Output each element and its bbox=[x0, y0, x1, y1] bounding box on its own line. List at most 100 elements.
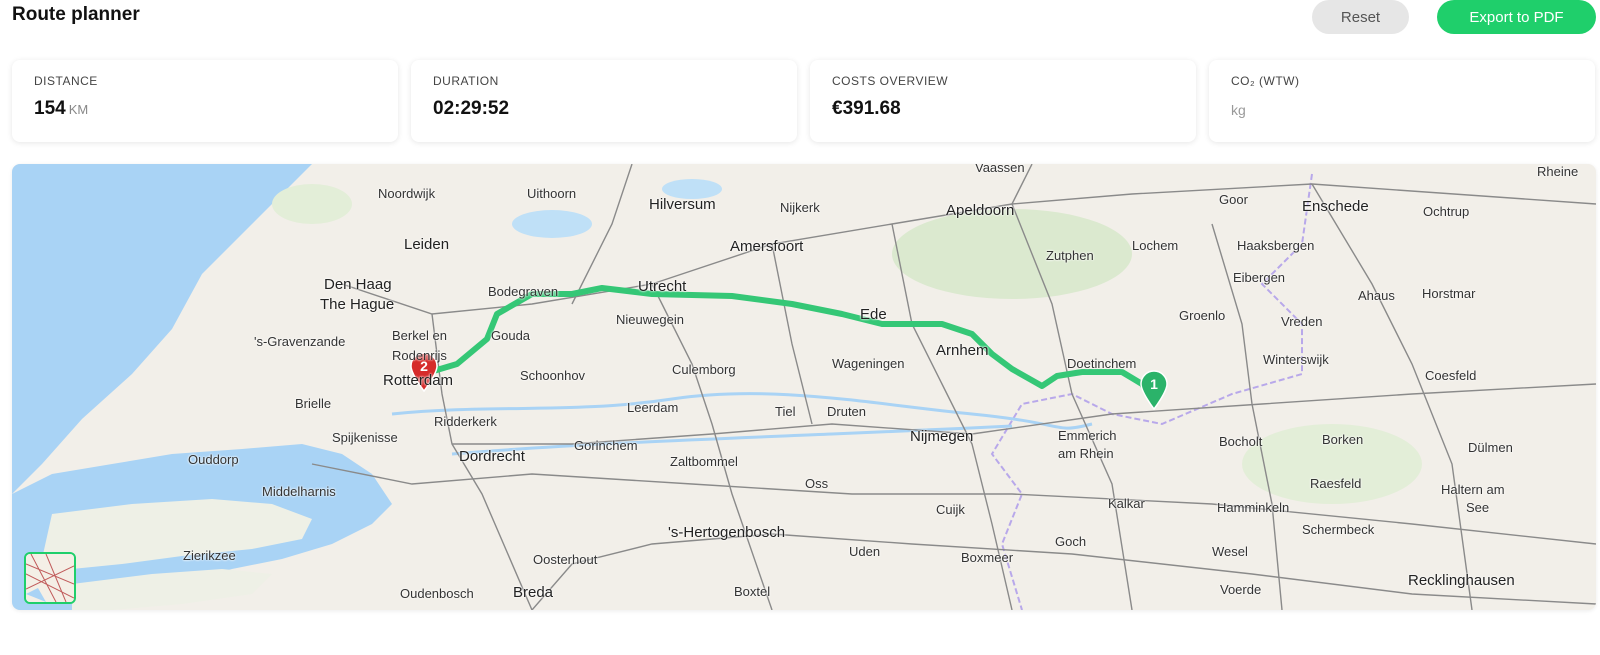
place-label: Uithoorn bbox=[527, 186, 577, 201]
place-label: Den Haag bbox=[324, 276, 392, 293]
place-label: Rodenrijs bbox=[392, 348, 447, 363]
forest-area bbox=[892, 209, 1132, 299]
distance-card: DISTANCE 154 KM bbox=[12, 60, 398, 142]
place-label: am Rhein bbox=[1058, 446, 1114, 461]
place-label: Recklinghausen bbox=[1408, 572, 1515, 589]
duration-card: DURATION 02:29:52 bbox=[411, 60, 797, 142]
place-label: Vaassen bbox=[975, 164, 1025, 175]
place-label: Bocholt bbox=[1219, 434, 1263, 449]
place-label: Noordwijk bbox=[378, 186, 436, 201]
place-label: 's-Hertogenbosch bbox=[668, 524, 786, 541]
place-label: Brielle bbox=[295, 396, 332, 411]
place-label: Schermbeck bbox=[1302, 522, 1375, 537]
place-label: Kalkar bbox=[1108, 496, 1145, 511]
place-label: Eibergen bbox=[1233, 270, 1286, 285]
place-label: Oudenbosch bbox=[400, 586, 474, 601]
stats-cards: DISTANCE 154 KM DURATION 02:29:52 COSTS O… bbox=[12, 60, 1596, 142]
place-label: Goor bbox=[1219, 192, 1248, 207]
place-label: Gorinchem bbox=[574, 438, 638, 453]
co2-label: CO₂ (WTW) bbox=[1231, 74, 1300, 88]
place-label: Vreden bbox=[1281, 314, 1323, 329]
place-label: 's-Gravenzande bbox=[254, 334, 346, 349]
place-label: Cuijk bbox=[936, 502, 965, 517]
distance-label: DISTANCE bbox=[34, 74, 98, 88]
place-label: See bbox=[1466, 500, 1490, 515]
place-label: Uden bbox=[849, 544, 881, 559]
place-label: Nijkerk bbox=[780, 200, 820, 215]
page-title: Route planner bbox=[12, 4, 140, 25]
duration-label: DURATION bbox=[433, 74, 499, 88]
place-label: Enschede bbox=[1302, 198, 1369, 215]
distance-unit: KM bbox=[68, 102, 89, 117]
place-label: Arnhem bbox=[936, 342, 989, 359]
place-label: Wesel bbox=[1212, 544, 1248, 559]
lake-area bbox=[512, 210, 592, 238]
co2-card: CO₂ (WTW) kg bbox=[1209, 60, 1595, 142]
place-label: Groenlo bbox=[1179, 308, 1226, 323]
reset-button[interactable]: Reset bbox=[1312, 0, 1409, 34]
start-marker[interactable]: 1 bbox=[1139, 370, 1169, 410]
place-label: Apeldoorn bbox=[946, 202, 1015, 219]
place-label: Raesfeld bbox=[1310, 476, 1362, 491]
place-label: Gouda bbox=[491, 328, 531, 343]
place-label: Voerde bbox=[1220, 582, 1262, 597]
place-label: Emmerich bbox=[1058, 428, 1117, 443]
route-map[interactable]: 1 2 Noordwijk Uithoorn Hilversum Nijkerk Ape… bbox=[12, 164, 1596, 610]
place-label: Boxtel bbox=[734, 584, 771, 599]
place-label: Nijmegen bbox=[910, 428, 974, 445]
header: Route planner Reset Export to PDF bbox=[0, 0, 1600, 48]
place-label: Utrecht bbox=[638, 278, 687, 295]
place-label: Zierikzee bbox=[183, 548, 236, 563]
place-label: Leiden bbox=[404, 236, 450, 253]
place-label: Ridderkerk bbox=[434, 414, 497, 429]
costs-value: €391.68 bbox=[832, 98, 901, 119]
place-label: Borken bbox=[1322, 432, 1364, 447]
place-label: Coesfeld bbox=[1425, 368, 1477, 383]
place-label: Tiel bbox=[775, 404, 796, 419]
place-label: Ochtrup bbox=[1423, 204, 1470, 219]
place-label: Zaltbommel bbox=[670, 454, 738, 469]
place-label: Zutphen bbox=[1046, 248, 1094, 263]
place-label: Haltern am bbox=[1441, 482, 1505, 497]
place-label: Hilversum bbox=[649, 196, 716, 213]
place-label: Goch bbox=[1055, 534, 1087, 549]
river bbox=[391, 392, 1093, 430]
costs-card[interactable]: COSTS OVERVIEW €391.68 bbox=[810, 60, 1196, 142]
sea-area bbox=[12, 164, 312, 494]
place-label: Culemborg bbox=[672, 362, 736, 377]
place-label: Dülmen bbox=[1468, 440, 1513, 455]
map-layer-icon bbox=[26, 554, 74, 602]
place-label: Haaksbergen bbox=[1237, 238, 1315, 253]
place-label: Berkel en bbox=[392, 328, 447, 343]
place-label: Ede bbox=[860, 306, 887, 323]
place-label: Ouddorp bbox=[188, 452, 239, 467]
map-layer-switcher[interactable] bbox=[24, 552, 76, 604]
place-label: Breda bbox=[513, 584, 554, 601]
place-label: Nieuwegein bbox=[616, 312, 684, 327]
place-label: Oss bbox=[805, 476, 829, 491]
place-label: Doetinchem bbox=[1067, 356, 1137, 371]
forest-area bbox=[272, 184, 352, 224]
place-label: Hamminkeln bbox=[1217, 500, 1290, 515]
duration-value: 02:29:52 bbox=[433, 98, 510, 119]
place-label: Middelharnis bbox=[262, 484, 336, 499]
costs-label: COSTS OVERVIEW bbox=[832, 74, 949, 88]
place-label: Amersfoort bbox=[730, 238, 804, 255]
place-label: Wageningen bbox=[832, 356, 905, 371]
place-label: Druten bbox=[827, 404, 867, 419]
export-pdf-button[interactable]: Export to PDF bbox=[1437, 0, 1596, 34]
place-label: Horstmar bbox=[1422, 286, 1476, 301]
place-label: Spijkenisse bbox=[332, 430, 398, 445]
place-label: Dordrecht bbox=[459, 448, 525, 465]
place-label: Rheine bbox=[1537, 164, 1579, 179]
place-label: Oosterhout bbox=[533, 552, 598, 567]
place-label: Rotterdam bbox=[383, 372, 454, 389]
start-marker-number: 1 bbox=[1150, 376, 1158, 392]
place-label: Bodegraven bbox=[488, 284, 559, 299]
place-label: The Hague bbox=[320, 296, 395, 313]
place-label: Winterswijk bbox=[1263, 352, 1329, 367]
co2-unit: kg bbox=[1231, 102, 1246, 118]
place-label: Schoonhov bbox=[520, 368, 586, 383]
place-label: Boxmeer bbox=[961, 550, 1014, 565]
distance-number: 154 bbox=[34, 98, 66, 119]
